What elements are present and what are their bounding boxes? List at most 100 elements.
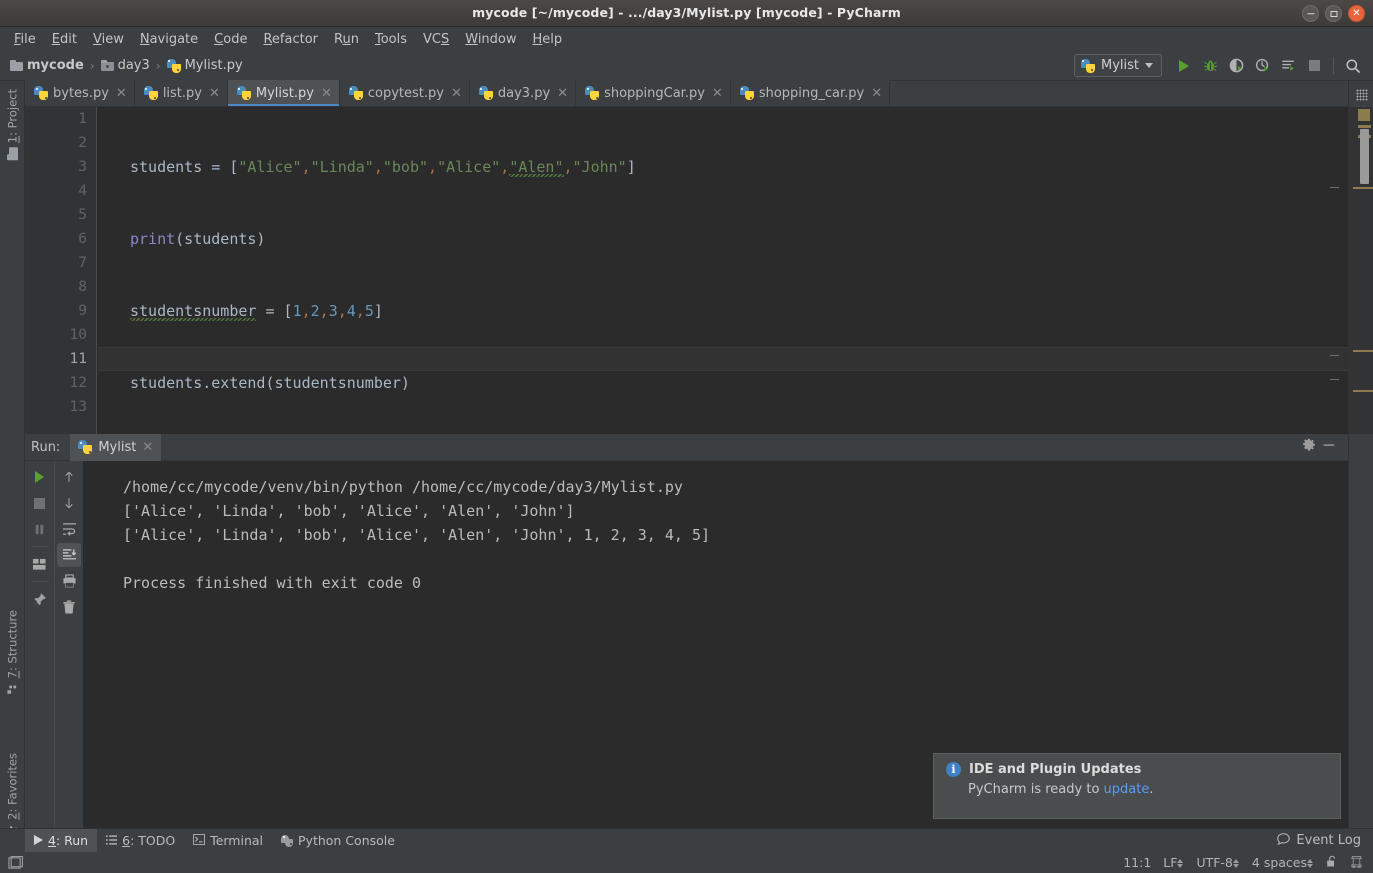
- arrow-up-icon: [65, 471, 73, 482]
- bottom-item-python-console[interactable]: Python Console: [272, 829, 404, 853]
- minimize-icon[interactable]: [1322, 438, 1336, 456]
- profile-button[interactable]: [1250, 54, 1274, 78]
- breadcrumb-item-mycode[interactable]: mycode: [8, 57, 86, 74]
- editor-tab-shopping-car[interactable]: shopping_car.py ✕: [730, 80, 891, 106]
- bottom-bar-right: Event Log: [1277, 832, 1373, 849]
- pause-button[interactable]: [28, 517, 52, 541]
- code-editor[interactable]: 1 2 3 4 5 6 7 8 9 10 11 12 13 students =…: [25, 107, 1348, 434]
- indent-widget[interactable]: 4 spaces: [1252, 855, 1314, 870]
- editor-scrollbar[interactable]: [1348, 107, 1373, 434]
- notification-balloon[interactable]: i IDE and Plugin Updates PyCharm is read…: [933, 753, 1341, 819]
- menu-vcs[interactable]: VCS: [415, 30, 457, 49]
- gear-icon[interactable]: [1302, 438, 1316, 456]
- trash-icon: [63, 599, 75, 613]
- python-file-icon: [166, 58, 181, 73]
- toggle-toolwindow-button[interactable]: [0, 855, 23, 870]
- encoding-widget[interactable]: UTF-8: [1196, 855, 1239, 870]
- bottom-item-label: 6: TODO: [122, 833, 176, 848]
- print-button[interactable]: [57, 569, 81, 593]
- breadcrumb-label: day3: [117, 58, 150, 73]
- coverage-icon: [1229, 58, 1243, 73]
- breadcrumb-item-day3[interactable]: day3: [99, 57, 152, 74]
- close-icon[interactable]: ✕: [321, 87, 332, 100]
- stop-button[interactable]: [1302, 54, 1326, 78]
- breadcrumb-label: mycode: [27, 58, 84, 73]
- menu-tools[interactable]: Tools: [367, 30, 415, 49]
- run-with-console-button[interactable]: [1276, 54, 1300, 78]
- source-folder-icon: [100, 60, 114, 71]
- menu-navigate[interactable]: Navigate: [132, 30, 206, 49]
- vcs-icon[interactable]: [1350, 855, 1363, 871]
- encoding-label: UTF-8: [1196, 855, 1233, 870]
- line-number: 12: [69, 375, 87, 391]
- editor-tab-shoppingcar[interactable]: shoppingCar.py ✕: [576, 80, 731, 106]
- close-button[interactable]: ✕: [1348, 5, 1365, 22]
- close-icon[interactable]: ✕: [451, 87, 462, 100]
- down-stack-button[interactable]: [57, 491, 81, 515]
- bottom-item-todo[interactable]: 6: TODO: [97, 829, 184, 853]
- warning-marker[interactable]: [1358, 125, 1371, 128]
- editor-gutter[interactable]: 1 2 3 4 5 6 7 8 9 10 11 12 13: [25, 107, 97, 434]
- bottom-item-terminal[interactable]: Terminal: [184, 829, 272, 853]
- event-log-label[interactable]: Event Log: [1296, 833, 1361, 848]
- run-tab-label: Mylist: [98, 439, 137, 455]
- up-stack-button[interactable]: [57, 465, 81, 489]
- caret-position[interactable]: 11:1: [1123, 855, 1151, 870]
- divider: [30, 581, 49, 582]
- rerun-button[interactable]: [28, 465, 52, 489]
- scrollbar-thumb[interactable]: [1360, 129, 1369, 184]
- close-icon[interactable]: ✕: [116, 87, 127, 100]
- debug-button[interactable]: [1198, 54, 1222, 78]
- editor-tab-label: day3.py: [497, 85, 551, 101]
- soft-wrap-icon: [62, 523, 76, 536]
- menu-run[interactable]: Run: [326, 30, 367, 49]
- breadcrumb-item-mylist[interactable]: Mylist.py: [165, 57, 245, 74]
- close-icon[interactable]: ✕: [209, 87, 220, 100]
- editor-tab-day3[interactable]: day3.py ✕: [469, 80, 577, 106]
- line-separator-widget[interactable]: LF: [1163, 855, 1184, 870]
- search-everywhere-button[interactable]: [1341, 54, 1365, 78]
- sidebar-item-project[interactable]: 1: Project: [0, 85, 25, 163]
- editor-tab-copytest[interactable]: copytest.py ✕: [339, 80, 470, 106]
- scroll-to-end-button[interactable]: [57, 543, 81, 567]
- menu-help[interactable]: Help: [525, 30, 571, 49]
- line-number: 3: [78, 159, 87, 175]
- run-configuration-selector[interactable]: Mylist: [1073, 54, 1162, 77]
- menu-window[interactable]: Window: [457, 30, 524, 49]
- unlocked-icon[interactable]: [1326, 855, 1338, 871]
- python-console-icon: [281, 834, 294, 847]
- maximize-button[interactable]: [1325, 5, 1342, 22]
- run-coverage-button[interactable]: [1224, 54, 1248, 78]
- sidebar-item-structure[interactable]: 7: Structure: [0, 606, 25, 698]
- pin-tab-button[interactable]: [28, 587, 52, 611]
- close-icon[interactable]: ✕: [871, 87, 882, 100]
- editor-tab-bytes[interactable]: bytes.py ✕: [25, 80, 135, 106]
- close-icon[interactable]: ✕: [142, 440, 153, 455]
- update-link[interactable]: update: [1104, 782, 1150, 797]
- code-line-2: print(students): [130, 230, 266, 248]
- menu-code[interactable]: Code: [206, 30, 255, 49]
- stop-button[interactable]: [28, 491, 52, 515]
- run-tab-mylist[interactable]: Mylist ✕: [70, 433, 162, 461]
- close-icon[interactable]: ✕: [557, 87, 568, 100]
- printer-icon: [62, 574, 76, 588]
- run-button[interactable]: [1172, 54, 1196, 78]
- menu-refactor[interactable]: Refactor: [255, 30, 326, 49]
- layout-button[interactable]: [28, 552, 52, 576]
- line-number: 7: [78, 255, 87, 271]
- status-bar: 11:1 LF UTF-8 4 spaces: [0, 852, 1373, 873]
- menu-view[interactable]: View: [85, 30, 132, 49]
- menu-file[interactable]: File: [6, 30, 44, 49]
- close-icon[interactable]: ✕: [712, 87, 723, 100]
- inspection-status-marker[interactable]: [1358, 109, 1370, 121]
- editor-tab-mylist[interactable]: Mylist.py ✕: [227, 80, 340, 106]
- bottom-item-run[interactable]: 4: Run: [25, 828, 98, 853]
- clear-all-button[interactable]: [57, 595, 81, 619]
- minimize-button[interactable]: [1302, 5, 1319, 22]
- pin-icon: [32, 592, 46, 606]
- menu-edit[interactable]: Edit: [44, 30, 85, 49]
- soft-wrap-button[interactable]: [57, 517, 81, 541]
- change-marker: [1353, 350, 1373, 352]
- editor-tab-list[interactable]: list.py ✕: [134, 80, 228, 106]
- code-content[interactable]: students = ["Alice","Linda","bob","Alice…: [98, 107, 1348, 434]
